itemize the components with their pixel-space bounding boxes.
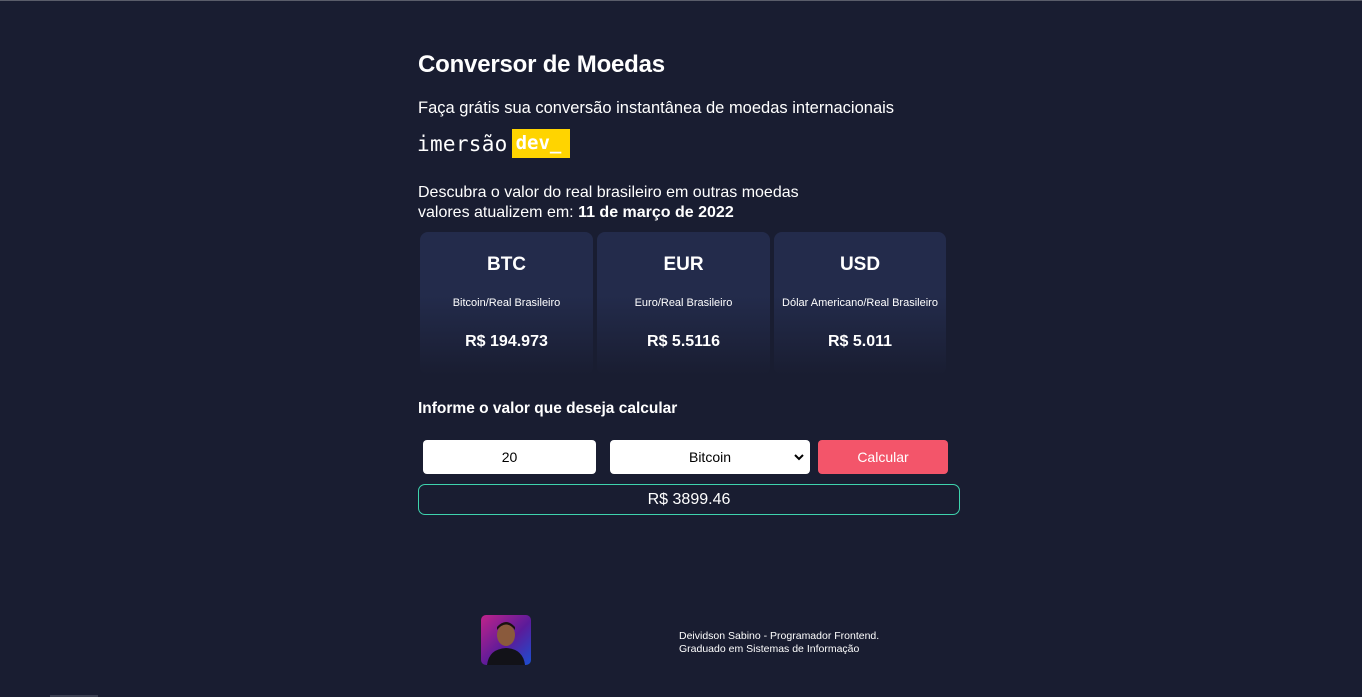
- amount-form-label: Informe o valor que deseja calcular: [418, 400, 678, 417]
- currency-pair-name: Dólar Americano/Real Brasileiro: [782, 297, 938, 309]
- page-title: Conversor de Moedas: [418, 51, 665, 78]
- currency-card-btc: BTC Bitcoin/Real Brasileiro R$ 194.973: [420, 232, 593, 375]
- currency-code: USD: [839, 254, 881, 275]
- rates-description-line: Descubra o valor do real brasileiro em o…: [418, 184, 799, 201]
- amount-input[interactable]: [423, 440, 596, 474]
- footer-author-info: Deividson Sabino - Programador Frontend.…: [679, 630, 879, 656]
- currency-select[interactable]: Bitcoin: [610, 440, 810, 474]
- calculate-button[interactable]: Calcular: [818, 440, 948, 474]
- avatar: [481, 615, 531, 665]
- currency-card-usd: USD Dólar Americano/Real Brasileiro R$ 5…: [774, 232, 946, 375]
- author-photo: [481, 615, 531, 665]
- currency-code: BTC: [486, 254, 527, 275]
- currency-rate: R$ 5.011: [827, 333, 893, 350]
- currency-pair-name: Euro/Real Brasileiro: [634, 297, 733, 309]
- chevron-down-icon: [794, 454, 804, 461]
- rates-updated-line: valores atualizem em: 11 de março de 202…: [418, 203, 799, 223]
- logo-imersao-text: imersão: [417, 131, 508, 156]
- footer-author-name: Deividson Sabino - Programador Frontend.: [679, 630, 880, 642]
- imersao-dev-logo: imersão dev_: [417, 129, 570, 158]
- currency-card-eur: EUR Euro/Real Brasileiro R$ 5.5116: [597, 232, 770, 375]
- rates-description: Descubra o valor do real brasileiro em o…: [418, 183, 799, 223]
- currency-rate: R$ 5.5116: [647, 333, 720, 350]
- currency-pair-name: Bitcoin/Real Brasileiro: [452, 297, 561, 309]
- page-subtitle: Faça grátis sua conversão instantânea de…: [418, 99, 895, 117]
- currency-cards: BTC Bitcoin/Real Brasileiro R$ 194.973 E…: [420, 232, 946, 375]
- logo-dev-badge: dev_: [511, 129, 570, 158]
- currency-select-value: Bitcoin: [688, 449, 732, 465]
- conversion-result: R$ 3899.46: [418, 484, 960, 515]
- currency-code: EUR: [663, 254, 704, 275]
- rates-updated-prefix: valores atualizem em:: [418, 204, 579, 221]
- footer-author-degree: Graduado em Sistemas de Informação: [679, 643, 860, 655]
- currency-rate: R$ 194.973: [465, 333, 548, 350]
- rates-updated-date: 11 de março de 2022: [578, 204, 734, 221]
